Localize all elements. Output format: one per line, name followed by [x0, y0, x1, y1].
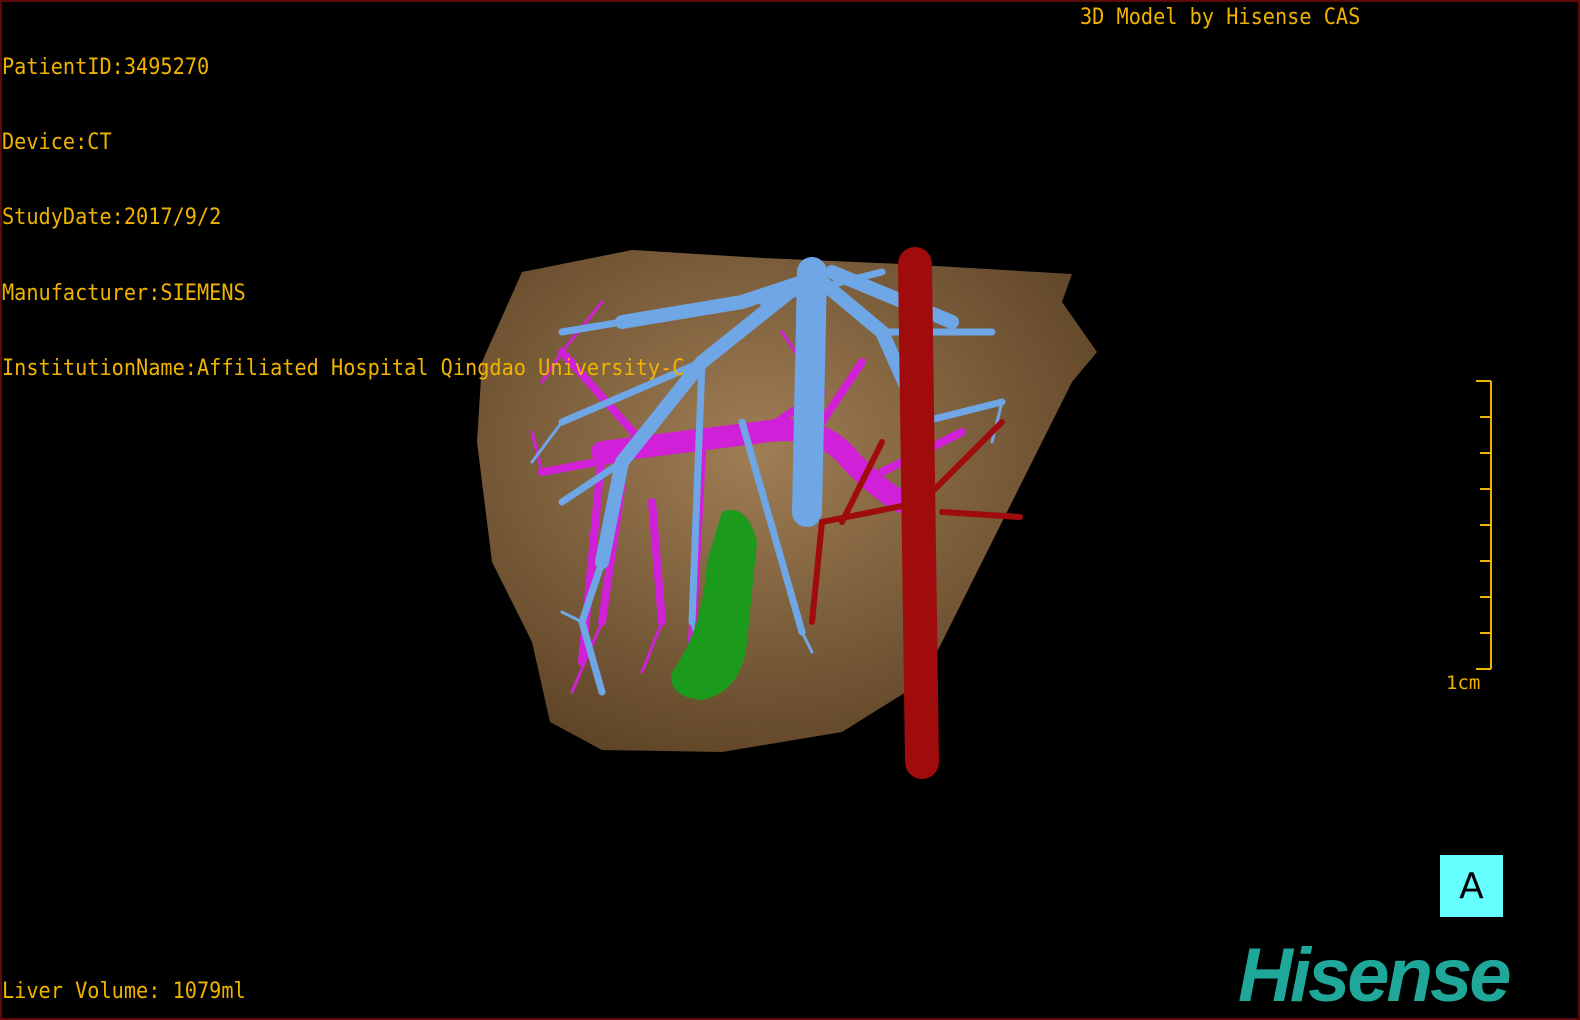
scale-bar-label: 1cm	[1446, 672, 1481, 694]
institution-name: InstitutionName:Affiliated Hospital Qing…	[2, 355, 685, 381]
manufacturer: Manufacturer:SIEMENS	[2, 280, 246, 306]
liver-volume: Liver Volume: 1079ml	[2, 979, 246, 1004]
study-date: StudyDate:2017/9/2	[2, 205, 222, 231]
device: Device:CT	[2, 130, 112, 156]
orientation-marker: A	[1440, 855, 1503, 917]
3d-viewport[interactable]: PatientID:3495270 Device:CT StudyDate:20…	[0, 0, 1580, 1020]
patient-id: PatientID:3495270	[2, 55, 210, 80]
model-credit: 3D Model by Hisense CAS	[1080, 5, 1361, 30]
hisense-logo: Hisense	[1238, 933, 1511, 1018]
study-info: PatientID:3495270 Device:CT StudyDate:20…	[2, 5, 684, 431]
